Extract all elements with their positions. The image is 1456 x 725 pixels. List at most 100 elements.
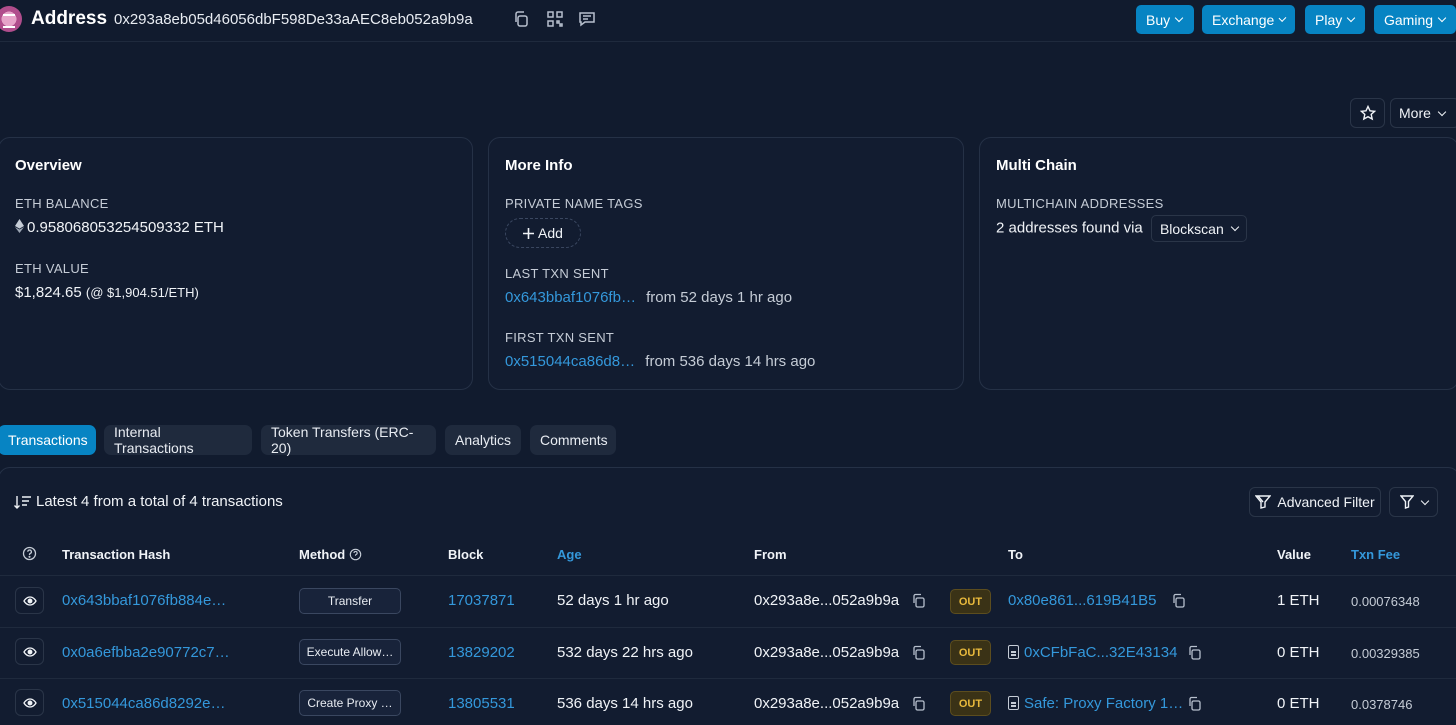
copy-icon[interactable] [1187,696,1202,711]
txn-hash-link[interactable]: 0x643bbaf1076fb884e… [62,592,226,609]
txn-hash-link[interactable]: 0x515044ca86d8292e… [62,695,225,712]
gaming-label: Gaming [1384,11,1434,28]
advanced-filter-label: Advanced Filter [1277,494,1375,510]
advanced-filter-icon [1255,495,1272,509]
view-details-button[interactable] [15,689,44,716]
copy-icon[interactable] [911,696,926,711]
advanced-filter-button[interactable]: Advanced Filter [1249,487,1381,517]
table-row: 0x643bbaf1076fb884e… Transfer 17037871 5… [0,576,1456,627]
txn-fee: 0.00076348 [1351,594,1420,609]
exchange-menu-button[interactable]: Exchange [1202,5,1295,34]
play-menu-button[interactable]: Play [1305,5,1365,34]
multichain-addresses-label: MULTICHAIN ADDRESSES [996,196,1164,211]
chevron-down-icon [1437,107,1447,116]
star-icon [1359,105,1376,121]
copy-icon[interactable] [1171,593,1186,608]
eth-value: $1,824.65 (@ $1,904.51/ETH) [15,284,199,301]
copy-icon[interactable] [911,593,926,608]
contract-icon [1008,696,1019,710]
txn-age: 532 days 22 hrs ago [557,644,693,661]
chevron-down-icon [1420,496,1429,505]
info-icon[interactable] [22,546,37,566]
tab-internal-transactions[interactable]: Internal Transactions [104,424,252,456]
overview-card: Overview ETH BALANCE 0.95806805325450933… [0,137,473,390]
from-address[interactable]: 0x293a8e...052a9b9a [754,695,899,712]
copy-icon[interactable] [1187,645,1202,660]
col-header-hash: Transaction Hash [62,547,171,562]
from-address[interactable]: 0x293a8e...052a9b9a [754,644,899,661]
filter-dropdown-button[interactable] [1389,487,1438,517]
buy-menu-button[interactable]: Buy [1136,5,1194,34]
page-title: Address [31,8,108,29]
txn-age: 52 days 1 hr ago [557,592,669,609]
last-txn-hash-link[interactable]: 0x643bbaf1076fb… [505,289,636,306]
txn-value: 1 ETH [1277,592,1320,609]
chevron-down-icon [1346,13,1356,23]
direction-badge: OUT [950,640,991,665]
address-hash: 0x293a8eb05d46056dbF598De33aAEC8eb052a9b… [114,11,473,28]
direction-badge: OUT [950,589,991,614]
favorite-button[interactable] [1350,98,1385,128]
more-info-card: More Info PRIVATE NAME TAGS Add LAST TXN… [488,137,964,390]
view-details-button[interactable] [15,638,44,665]
comment-icon[interactable] [578,10,596,28]
tab-token-transfers[interactable]: Token Transfers (ERC-20) [261,424,436,456]
txn-age: 536 days 14 hrs ago [557,695,693,712]
col-header-value: Value [1277,547,1311,562]
exchange-label: Exchange [1212,11,1275,28]
eth-value-label: ETH VALUE [15,261,89,276]
contract-icon [1008,645,1019,659]
eye-icon [22,697,37,708]
view-details-button[interactable] [15,587,44,614]
last-txn-age: from 52 days 1 hr ago [646,289,793,306]
chevron-down-icon [1174,13,1184,23]
block-link[interactable]: 13805531 [448,695,515,712]
chevron-down-icon [1278,14,1287,22]
chevron-down-icon [1437,13,1447,23]
blockscan-label: Blockscan [1159,220,1224,237]
more-info-title: More Info [505,157,573,174]
add-tag-button[interactable]: Add [505,218,581,248]
col-header-block: Block [448,547,484,562]
txn-value: 0 ETH [1277,695,1320,712]
copy-icon[interactable] [911,645,926,660]
first-txn-hash-link[interactable]: 0x515044ca86d8… [505,353,635,370]
more-menu-button[interactable]: More [1390,98,1456,128]
play-label: Play [1315,11,1343,28]
eye-icon [22,646,37,657]
to-address-link[interactable]: Safe: Proxy Factory 1… [1024,695,1183,712]
eth-value-amount: $1,824.65 [15,284,82,301]
multichain-found-row: 2 addresses found via Blockscan [996,215,1247,242]
gaming-menu-button[interactable]: Gaming [1374,5,1456,34]
method-badge: Execute Allow… [299,639,401,665]
first-txn-age: from 536 days 14 hrs ago [645,353,816,370]
to-address-link[interactable]: 0x80e861...619B41B5 [1008,592,1156,609]
eye-icon [22,595,37,606]
transactions-summary: Latest 4 from a total of 4 transactions [14,493,283,510]
to-contract: Safe: Proxy Factory 1… [1008,695,1183,712]
qr-code-icon[interactable] [546,10,564,28]
tab-comments[interactable]: Comments [530,425,616,455]
overview-title: Overview [15,157,82,174]
from-address[interactable]: 0x293a8e...052a9b9a [754,592,899,609]
blockscan-dropdown[interactable]: Blockscan [1150,215,1247,242]
summary-text: Latest 4 from a total of 4 transactions [36,493,283,510]
help-icon[interactable] [349,548,362,561]
multi-chain-title: Multi Chain [996,157,1077,174]
table-row: 0x0a6efbba2e90772c7… Execute Allow… 1382… [0,628,1456,679]
direction-badge: OUT [950,691,991,716]
col-header-age[interactable]: Age [557,547,582,562]
tab-analytics[interactable]: Analytics [445,425,521,455]
block-link[interactable]: 13829202 [448,644,515,661]
copy-icon[interactable] [512,10,530,28]
tab-transactions[interactable]: Transactions [0,425,96,455]
more-label: More [1399,105,1431,121]
address-avatar-icon [0,6,22,32]
multi-chain-card: Multi Chain MULTICHAIN ADDRESSES 2 addre… [979,137,1456,390]
to-address-link[interactable]: 0xCFbFaC...32E43134 [1024,644,1177,661]
txn-hash-link[interactable]: 0x0a6efbba2e90772c7… [62,644,230,661]
multichain-found-text: 2 addresses found via [996,219,1143,237]
col-header-fee[interactable]: Txn Fee [1351,547,1400,562]
block-link[interactable]: 17037871 [448,592,515,609]
txn-fee: 0.0378746 [1351,697,1413,712]
